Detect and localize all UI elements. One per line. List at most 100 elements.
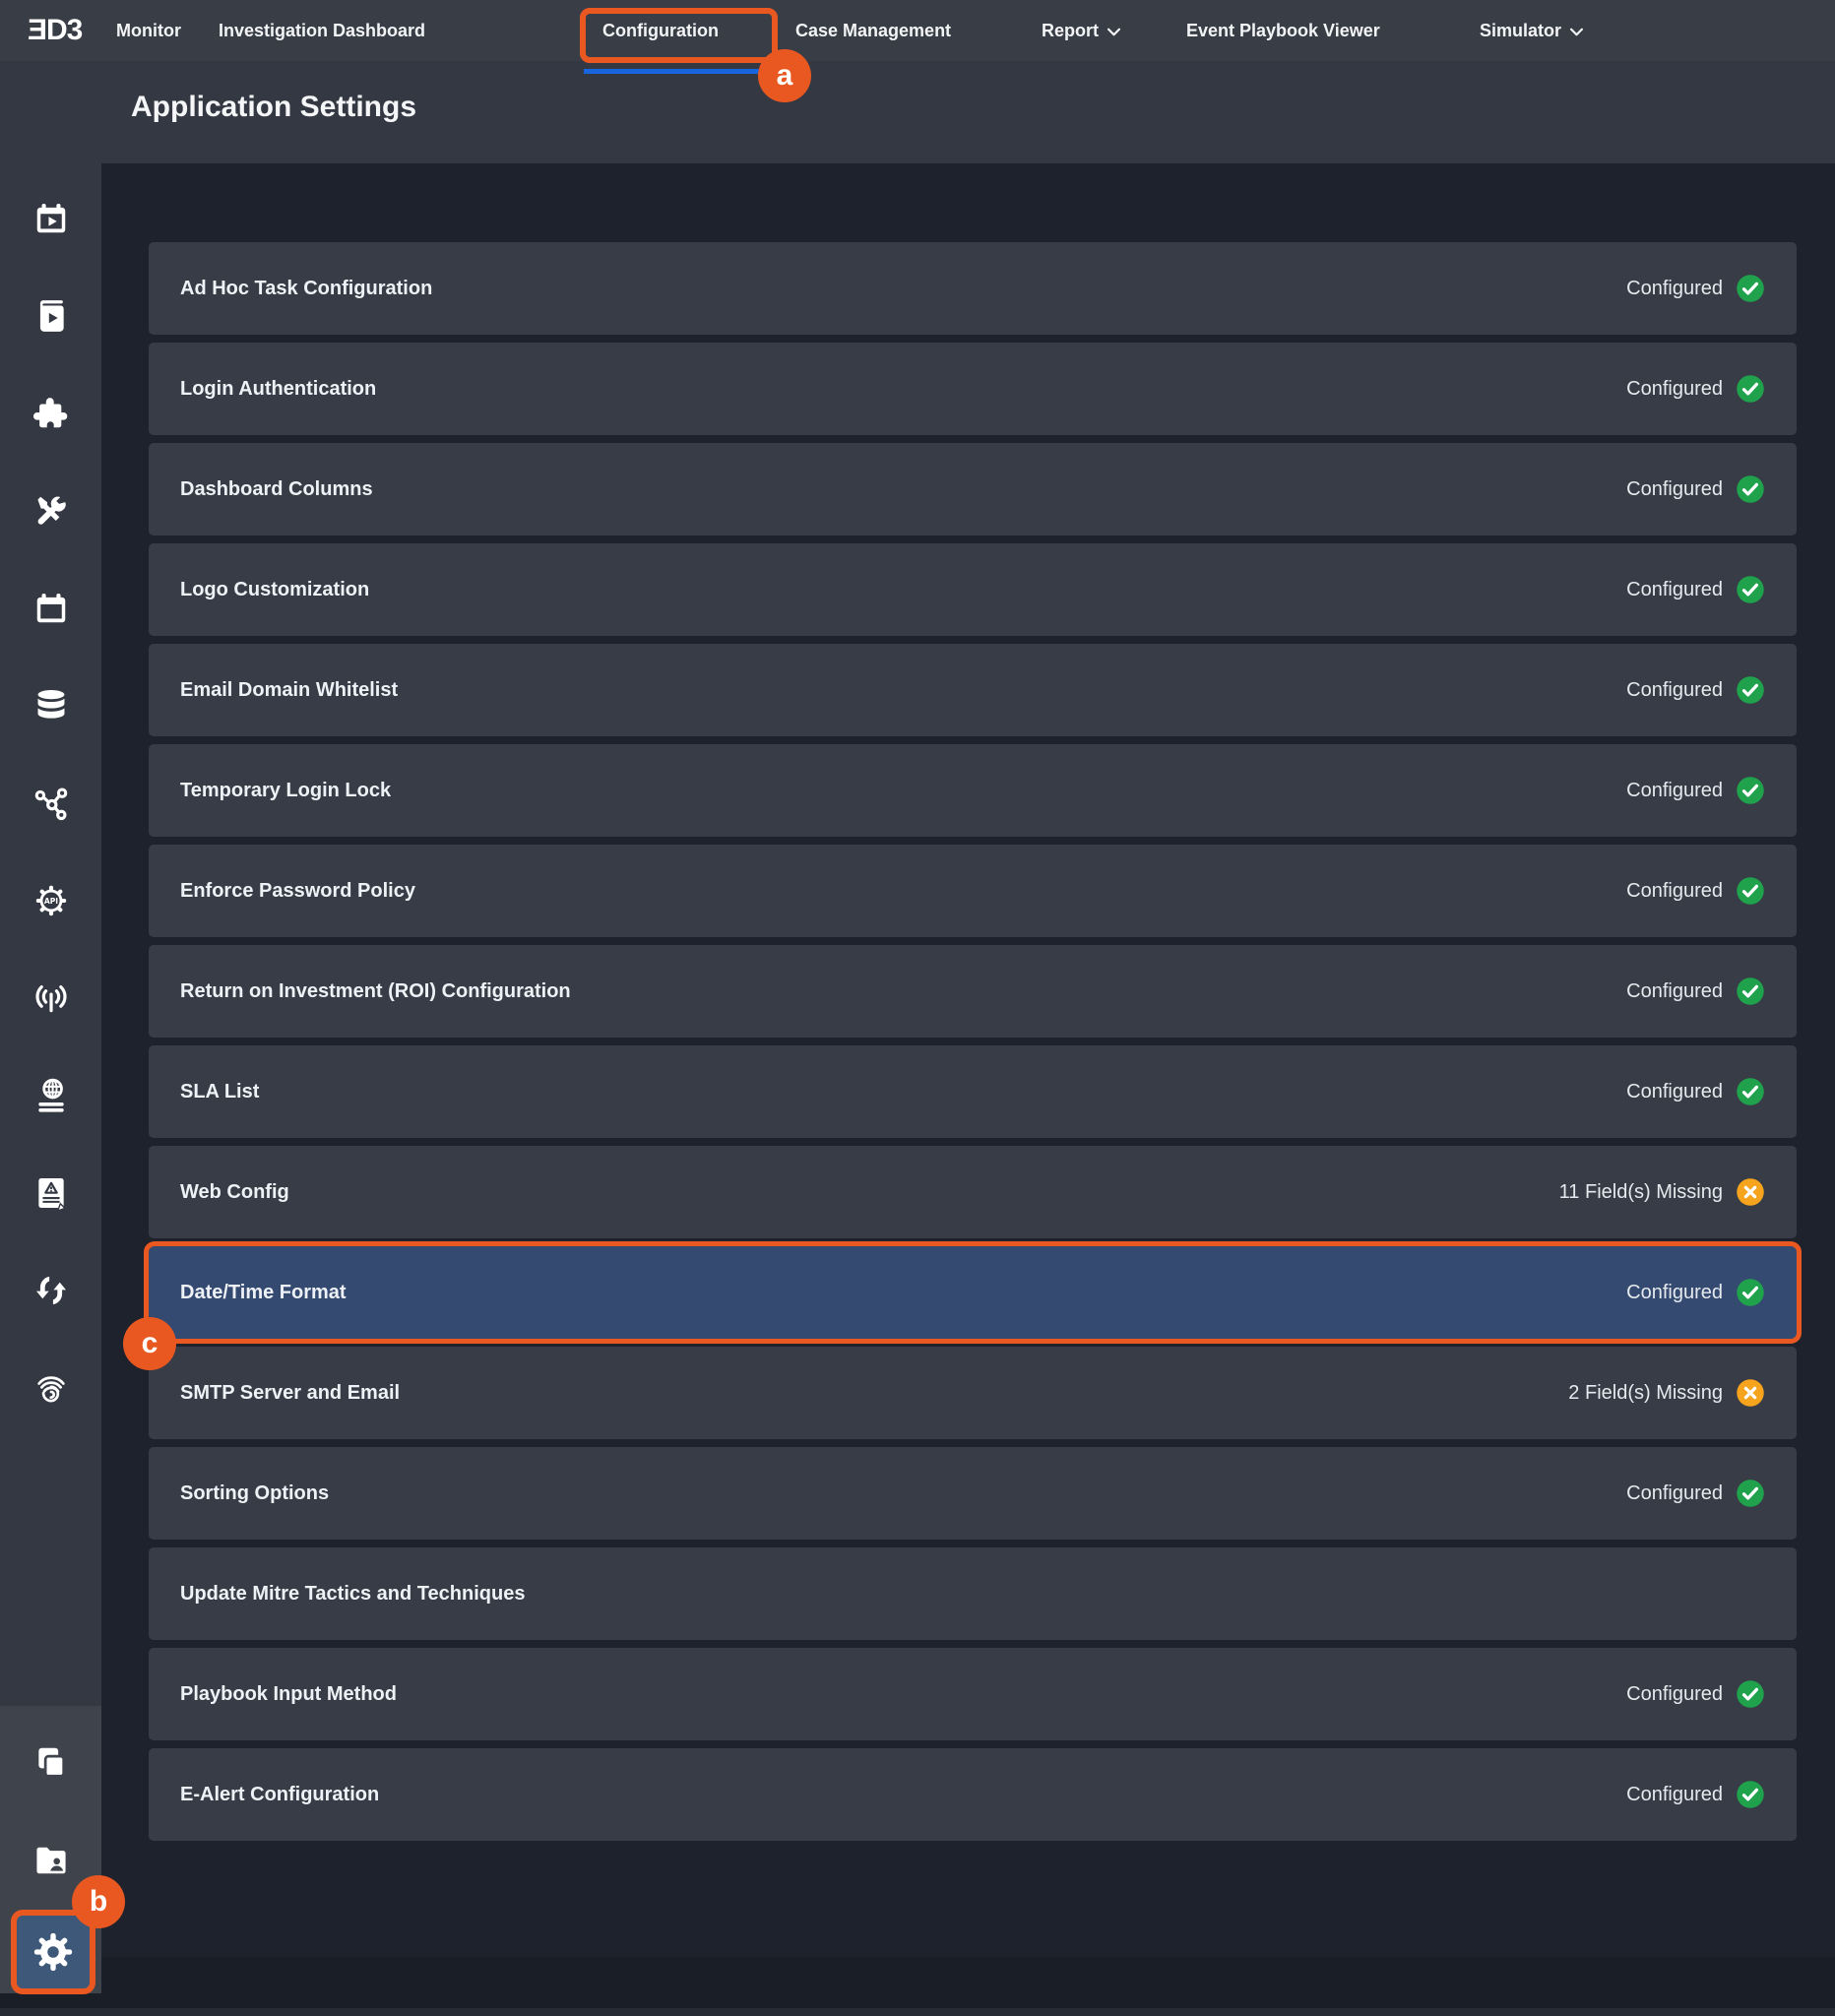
settings-row-enforce-password-policy[interactable]: Enforce Password Policy Configured [149, 845, 1797, 937]
settings-row-label: Enforce Password Policy [180, 880, 415, 903]
nav-item-monitor[interactable]: Monitor [116, 0, 181, 61]
configured-check-icon [1736, 1679, 1765, 1709]
nav-item-label: Report [1042, 21, 1099, 41]
nav-item-configuration[interactable]: Configuration [602, 0, 719, 61]
sidebar-item-sync-arrows[interactable] [32, 1272, 70, 1309]
nav-item-case-management[interactable]: Case Management [795, 0, 951, 61]
calendar-icon [32, 590, 70, 627]
settings-row-status: Configured [1626, 976, 1765, 1006]
nav-item-label: Monitor [116, 21, 181, 41]
status-text: Configured [1626, 478, 1723, 501]
app-window: ƎD3 MonitorInvestigation DashboardConfig… [0, 0, 1835, 2016]
configured-check-icon [1736, 1278, 1765, 1307]
status-text: Configured [1626, 679, 1723, 702]
settings-row-logo-customization[interactable]: Logo Customization Configured [149, 543, 1797, 636]
sidebar-item-data-feed-antenna[interactable] [32, 979, 70, 1017]
web-globe-icon [32, 1077, 70, 1114]
settings-row-label: Ad Hoc Task Configuration [180, 278, 432, 300]
configured-check-icon [1736, 374, 1765, 404]
configured-check-icon [1736, 675, 1765, 705]
settings-row-label: Sorting Options [180, 1482, 329, 1505]
sidebar-item-playbook-book[interactable] [32, 297, 70, 335]
calendar-play-icon [32, 200, 70, 237]
sidebar: API [0, 163, 101, 1706]
settings-row-status: Configured [1626, 876, 1765, 906]
sidebar-item-web-globe[interactable] [32, 1077, 70, 1114]
configured-check-icon [1736, 575, 1765, 604]
settings-row-dashboard-columns[interactable]: Dashboard Columns Configured [149, 443, 1797, 536]
settings-row-label: E-Alert Configuration [180, 1784, 379, 1806]
settings-row-return-on-investment-roi-configuration[interactable]: Return on Investment (ROI) Configuration… [149, 945, 1797, 1038]
settings-row-status: 11 Field(s) Missing [1559, 1177, 1765, 1207]
status-text: Configured [1626, 1282, 1723, 1304]
share-nodes-icon [32, 785, 70, 822]
nav-item-simulator[interactable]: Simulator [1480, 0, 1583, 61]
settings-row-label: Playbook Input Method [180, 1683, 397, 1706]
settings-row-label: Logo Customization [180, 579, 369, 601]
fields-missing-x-icon [1736, 1177, 1765, 1207]
settings-row-sla-list[interactable]: SLA List Configured [149, 1045, 1797, 1138]
settings-row-status: 2 Field(s) Missing [1568, 1378, 1765, 1408]
page-title: Application Settings [131, 91, 416, 124]
status-text: Configured [1626, 1784, 1723, 1806]
sidebar-icon-list: API [0, 200, 101, 1407]
integrations-puzzle-icon [32, 395, 70, 432]
sync-arrows-icon [32, 1272, 70, 1309]
settings-row-update-mitre-tactics-and-techniques[interactable]: Update Mitre Tactics and Techniques [149, 1547, 1797, 1640]
chevron-down-icon [1570, 28, 1583, 36]
status-text: Configured [1626, 1081, 1723, 1103]
nav-item-event-playbook-viewer[interactable]: Event Playbook Viewer [1186, 0, 1380, 61]
settings-row-web-config[interactable]: Web Config 11 Field(s) Missing [149, 1146, 1797, 1238]
settings-gear-icon [31, 1929, 76, 1975]
settings-row-status: Configured [1626, 374, 1765, 404]
status-text: Configured [1626, 378, 1723, 401]
configured-check-icon [1736, 1780, 1765, 1809]
settings-row-email-domain-whitelist[interactable]: Email Domain Whitelist Configured [149, 644, 1797, 736]
settings-row-label: Update Mitre Tactics and Techniques [180, 1583, 525, 1606]
settings-row-label: SLA List [180, 1081, 259, 1103]
sidebar-item-copy-pages[interactable] [32, 1743, 70, 1781]
settings-row-label: Web Config [180, 1181, 289, 1204]
svg-text:API: API [43, 897, 57, 906]
settings-row-status: Configured [1626, 1679, 1765, 1709]
settings-row-playbook-input-method[interactable]: Playbook Input Method Configured [149, 1648, 1797, 1740]
database-icon [32, 687, 70, 724]
settings-panel: Ad Hoc Task Configuration Configured Log… [101, 163, 1835, 1957]
settings-row-temporary-login-lock[interactable]: Temporary Login Lock Configured [149, 744, 1797, 837]
playbook-book-icon [32, 297, 70, 335]
sidebar-item-database[interactable] [32, 687, 70, 724]
settings-row-label: Email Domain Whitelist [180, 679, 398, 702]
sidebar-item-calendar[interactable] [32, 590, 70, 627]
sidebar-item-folder-user[interactable] [32, 1842, 70, 1879]
settings-row-sorting-options[interactable]: Sorting Options Configured [149, 1447, 1797, 1540]
configured-check-icon [1736, 1077, 1765, 1106]
sidebar-item-integrations-puzzle[interactable] [32, 395, 70, 432]
data-feed-antenna-icon [32, 979, 70, 1017]
settings-row-status: Configured [1626, 474, 1765, 504]
settings-row-login-authentication[interactable]: Login Authentication Configured [149, 343, 1797, 435]
settings-row-status: Configured [1626, 776, 1765, 805]
settings-row-e-alert-configuration[interactable]: E-Alert Configuration Configured [149, 1748, 1797, 1841]
sidebar-item-share-nodes[interactable] [32, 785, 70, 822]
settings-row-date-time-format[interactable]: Date/Time Format Configured [149, 1246, 1797, 1339]
sidebar-item-incident-form[interactable] [32, 1174, 70, 1212]
sidebar-item-calendar-play[interactable] [32, 200, 70, 237]
configured-check-icon [1736, 976, 1765, 1006]
fingerprint-icon [32, 1369, 70, 1407]
settings-row-status: Configured [1626, 575, 1765, 604]
active-tab-underline [584, 69, 764, 74]
settings-row-smtp-server-and-email[interactable]: SMTP Server and Email 2 Field(s) Missing [149, 1347, 1797, 1439]
status-text: 11 Field(s) Missing [1559, 1181, 1723, 1204]
bottom-bar [0, 2008, 1835, 2016]
chevron-down-icon [1107, 28, 1120, 36]
nav-item-investigation-dashboard[interactable]: Investigation Dashboard [219, 0, 425, 61]
sidebar-item-api-gear[interactable]: API [32, 882, 70, 919]
settings-row-ad-hoc-task-configuration[interactable]: Ad Hoc Task Configuration Configured [149, 242, 1797, 335]
utility-tools-icon [32, 492, 70, 530]
sidebar-item-fingerprint[interactable] [32, 1369, 70, 1407]
sidebar-item-settings-gear-active[interactable] [11, 1910, 95, 1994]
status-text: Configured [1626, 579, 1723, 601]
nav-item-report[interactable]: Report [1042, 0, 1120, 61]
sidebar-item-utility-tools[interactable] [32, 492, 70, 530]
fields-missing-x-icon [1736, 1378, 1765, 1408]
